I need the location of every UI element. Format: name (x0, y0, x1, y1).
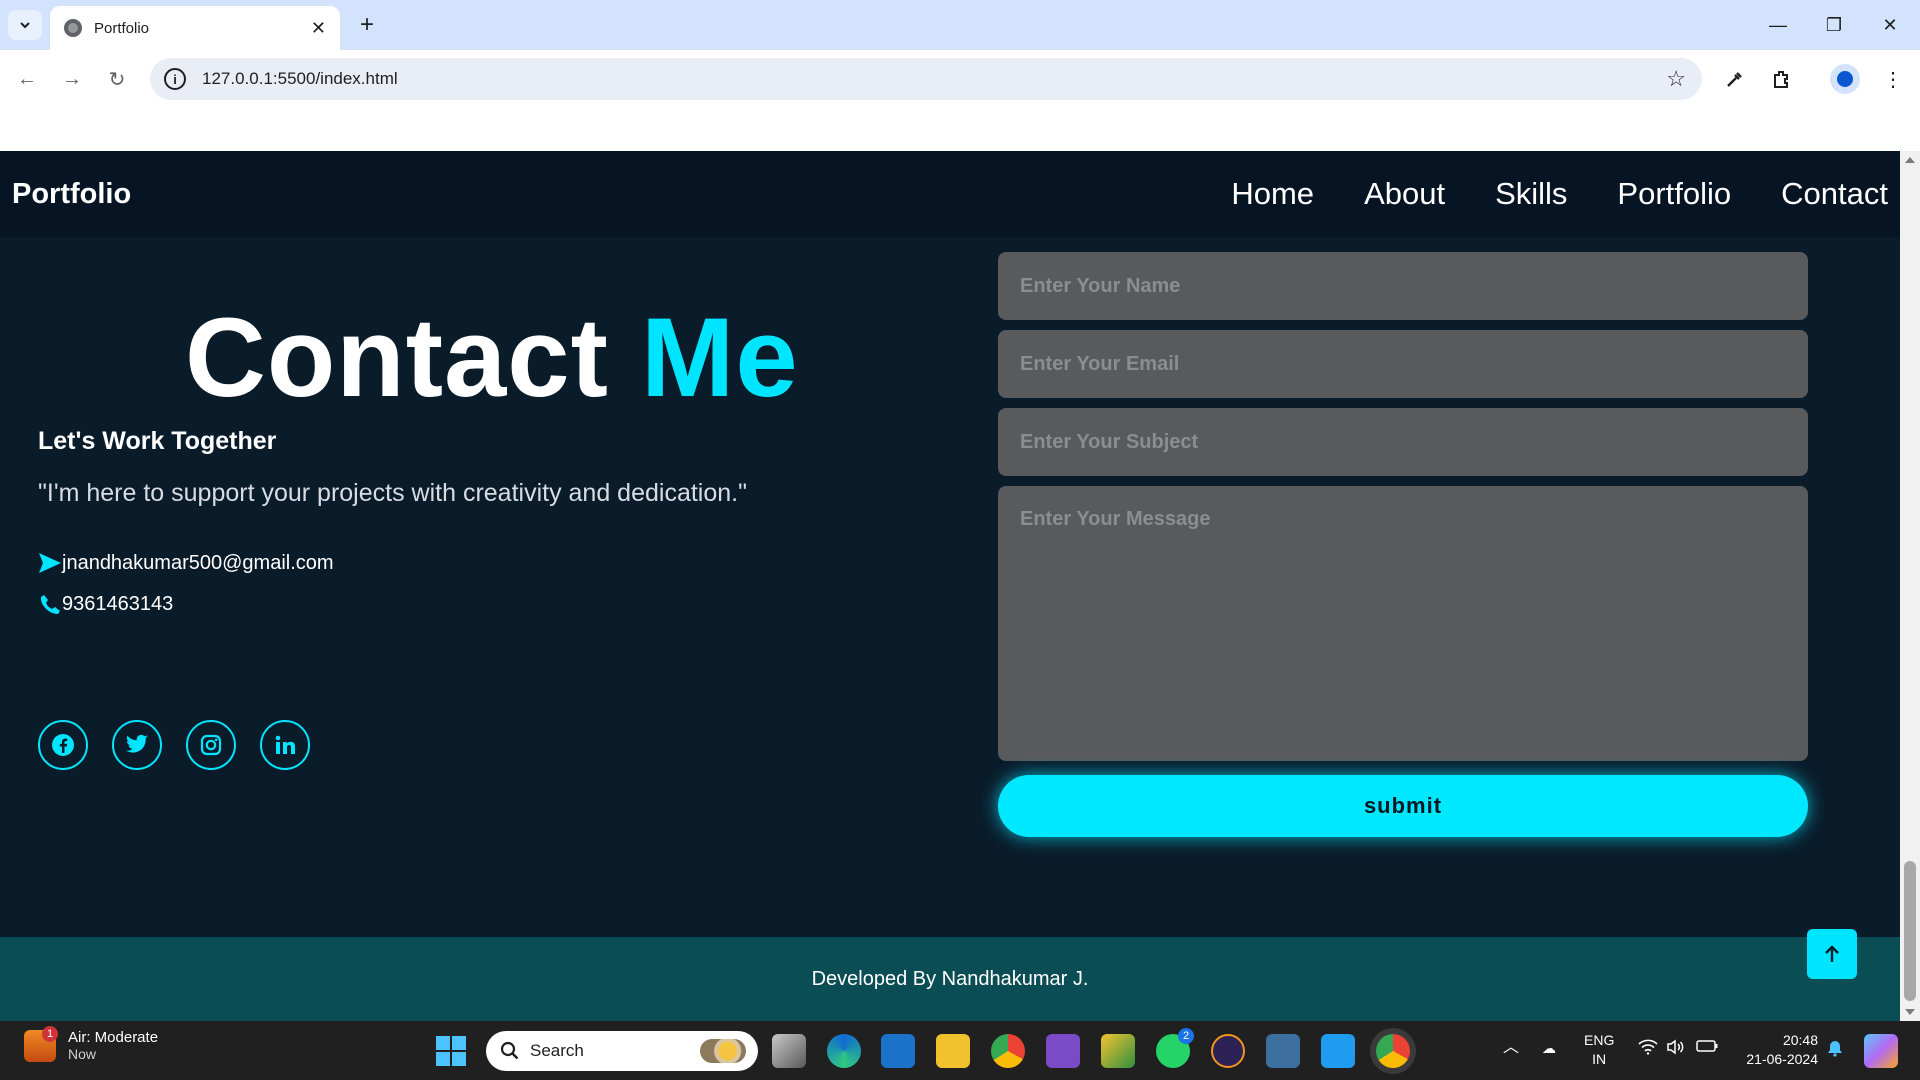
taskbar: 1 Air: Moderate Now Search 2 ︿ ☁ ENG IN … (0, 1021, 1920, 1080)
copilot-icon[interactable] (1864, 1034, 1898, 1068)
site-info-icon[interactable]: i (164, 68, 186, 90)
send-icon (38, 551, 62, 575)
bookmark-star-icon[interactable]: ☆ (1666, 66, 1686, 92)
social-links (38, 720, 310, 770)
extensions-icon[interactable] (1764, 62, 1798, 96)
arrow-up-icon (1825, 945, 1839, 962)
nav-portfolio[interactable]: Portfolio (1617, 176, 1731, 212)
weather-subtitle: Now (68, 1046, 97, 1062)
mail-icon[interactable] (881, 1034, 915, 1068)
weather-widget[interactable]: 1 Air: Moderate Now (24, 1025, 159, 1062)
submit-button[interactable]: submit (998, 775, 1808, 837)
restore-button[interactable]: ❐ (1806, 8, 1862, 42)
vscode-icon[interactable] (1321, 1034, 1355, 1068)
browser-tab[interactable]: Portfolio ✕ (50, 6, 340, 50)
contact-subheading: Let's Work Together (38, 427, 277, 455)
clock-time: 20:48 (1782, 1032, 1818, 1048)
scrollbar-thumb[interactable] (1904, 861, 1916, 1001)
edge-icon[interactable] (827, 1034, 861, 1068)
scroll-to-top-button[interactable] (1807, 929, 1857, 979)
windows-start-icon[interactable] (436, 1036, 466, 1066)
profile-avatar[interactable] (1830, 64, 1860, 94)
nav-about[interactable]: About (1364, 176, 1445, 212)
back-icon[interactable]: ← (10, 62, 44, 96)
contact-section: Contact Me Let's Work Together "I'm here… (0, 237, 1900, 937)
whatsapp-badge: 2 (1178, 1028, 1194, 1044)
mysql-workbench-icon[interactable] (1266, 1034, 1300, 1068)
main-nav: Home About Skills Portfolio Contact (1231, 176, 1888, 212)
language-indicator[interactable]: ENG IN (1584, 1031, 1614, 1069)
tab-search-button[interactable] (8, 10, 42, 40)
scroll-down-arrow-icon[interactable] (1905, 1009, 1915, 1015)
tab-title: Portfolio (94, 19, 150, 37)
phone-text: 9361463143 (62, 592, 174, 615)
search-icon (500, 1041, 519, 1060)
notification-bell-icon[interactable] (1826, 1039, 1844, 1062)
close-window-button[interactable]: ✕ (1862, 8, 1918, 42)
air-quality-icon: 1 (24, 1025, 58, 1062)
weather-badge: 1 (42, 1025, 58, 1042)
menu-kebab-icon[interactable]: ⋮ (1876, 62, 1910, 96)
heading-main: Contact (185, 295, 609, 420)
url-text[interactable]: 127.0.0.1:5500/index.html (202, 69, 1666, 89)
email-text: jnandhakumar500@gmail.com (62, 551, 334, 574)
visual-studio-icon[interactable] (1046, 1034, 1080, 1068)
page-scrollbar[interactable] (1900, 151, 1920, 1021)
search-highlight-icon (700, 1039, 746, 1063)
tray-overflow-icon[interactable]: ︿ (1503, 1038, 1519, 1057)
taskbar-search[interactable]: Search (486, 1031, 758, 1071)
volume-icon[interactable] (1666, 1039, 1686, 1060)
chrome-app-icon[interactable] (991, 1034, 1025, 1068)
new-tab-button[interactable]: + (352, 10, 382, 40)
scroll-up-arrow-icon[interactable] (1905, 157, 1915, 163)
page-top-gap (0, 108, 1920, 151)
close-tab-icon[interactable]: ✕ (311, 18, 326, 39)
whatsapp-icon[interactable]: 2 (1156, 1028, 1194, 1068)
twitter-icon[interactable] (112, 720, 162, 770)
phone-icon (38, 592, 62, 616)
site-logo[interactable]: Portfolio (12, 178, 131, 211)
nav-contact[interactable]: Contact (1781, 176, 1888, 212)
minimize-button[interactable]: — (1750, 8, 1806, 42)
snipping-tool-icon[interactable] (1101, 1034, 1135, 1068)
browser-tab-bar: Portfolio ✕ + — ❐ ✕ (0, 0, 1920, 50)
site-header: Portfolio Home About Skills Portfolio Co… (0, 151, 1900, 237)
eyedropper-icon[interactable] (1718, 62, 1752, 96)
browser-toolbar: ← → ↻ i 127.0.0.1:5500/index.html ☆ ⋮ (0, 50, 1920, 108)
language-code: ENG (1584, 1032, 1615, 1048)
task-view-icon[interactable] (772, 1034, 806, 1068)
message-field[interactable] (998, 486, 1808, 761)
chrome-active-icon[interactable] (1376, 1034, 1410, 1068)
phone-row: 9361463143 (38, 592, 173, 616)
email-row: jnandhakumar500@gmail.com (38, 551, 334, 575)
name-field[interactable] (998, 252, 1808, 320)
instagram-icon[interactable] (186, 720, 236, 770)
language-region: IN (1592, 1051, 1607, 1067)
onedrive-icon[interactable]: ☁ (1542, 1039, 1556, 1058)
file-explorer-icon[interactable] (936, 1034, 970, 1068)
forward-icon[interactable]: → (55, 62, 89, 96)
nav-home[interactable]: Home (1231, 176, 1314, 212)
nav-skills[interactable]: Skills (1495, 176, 1567, 212)
chevron-down-icon (20, 22, 30, 29)
footer-credit: Developed By Nandhakumar J. (811, 967, 1089, 990)
eclipse-icon[interactable] (1211, 1034, 1245, 1068)
site-footer: Developed By Nandhakumar J. (0, 937, 1900, 1021)
reload-icon[interactable]: ↻ (100, 62, 134, 96)
wifi-icon[interactable] (1638, 1039, 1658, 1060)
taskbar-search-label: Search (530, 1041, 584, 1060)
contact-quote: "I'm here to support your projects with … (38, 479, 747, 507)
weather-title: Air: Moderate (68, 1029, 159, 1046)
subject-field[interactable] (998, 408, 1808, 476)
address-bar[interactable]: i 127.0.0.1:5500/index.html ☆ (150, 58, 1702, 100)
battery-icon[interactable] (1696, 1039, 1718, 1058)
contact-heading: Contact Me (185, 293, 799, 422)
heading-accent: Me (641, 295, 799, 420)
linkedin-icon[interactable] (260, 720, 310, 770)
facebook-icon[interactable] (38, 720, 88, 770)
email-field[interactable] (998, 330, 1808, 398)
clock-date: 21-06-2024 (1746, 1051, 1818, 1067)
globe-icon (64, 19, 82, 37)
system-clock[interactable]: 20:48 21-06-2024 (1746, 1031, 1818, 1069)
